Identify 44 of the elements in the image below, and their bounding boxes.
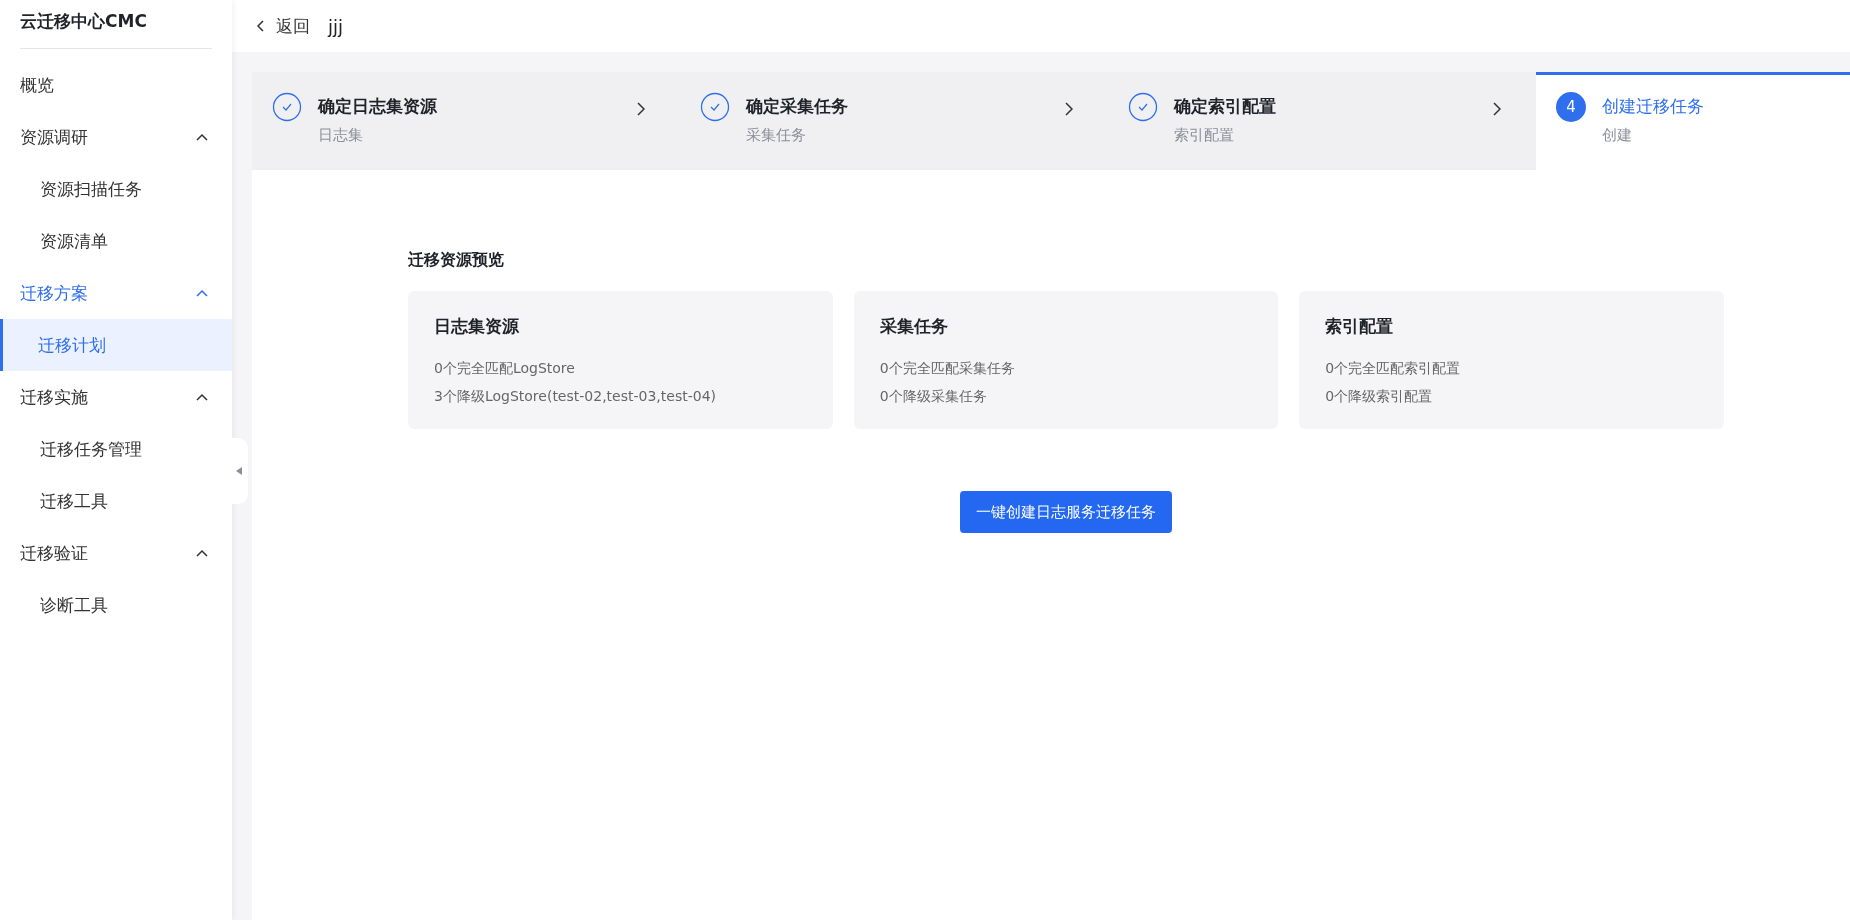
chevron-left-icon [256, 20, 264, 32]
section-heading: 迁移资源预览 [408, 250, 505, 271]
nav-item[interactable]: 资源扫描任务 [0, 163, 232, 215]
back-button[interactable]: 返回 [256, 14, 310, 38]
step-title: 确定索引配置 [1174, 95, 1277, 118]
chevron-right-icon [1493, 102, 1501, 116]
chevron-up-icon [196, 549, 208, 557]
card-title: 采集任务 [879, 315, 949, 338]
collapse-handle[interactable] [230, 438, 248, 504]
step-title: 确定日志集资源 [318, 95, 438, 118]
nav-item[interactable]: 迁移工具 [0, 475, 232, 527]
card-text: 0个降级采集任务 [879, 387, 988, 406]
card-title: 日志集资源 [434, 315, 520, 338]
step-subtitle: 日志集 [318, 126, 364, 145]
create-task-button[interactable]: 一键创建日志服务迁移任务 [960, 491, 1172, 533]
app-title: 云迁移中心CMC [19, 10, 148, 33]
card-text: 0个完全匹配采集任务 [879, 359, 1016, 378]
card-text: 0个完全匹配LogStore [434, 359, 576, 378]
chevron-up-icon [196, 133, 208, 141]
step-subtitle: 索引配置 [1174, 126, 1235, 145]
nav-item[interactable]: 迁移计划 [0, 319, 232, 371]
step-subtitle: 创建 [1602, 126, 1633, 145]
nav-group-item[interactable]: 迁移验证 [0, 527, 232, 579]
nav-item[interactable]: 迁移任务管理 [0, 423, 232, 475]
card-title: 索引配置 [1325, 315, 1395, 338]
chevron-right-icon [637, 102, 645, 116]
nav-item[interactable]: 诊断工具 [0, 579, 232, 631]
page-title: jjj [328, 15, 343, 37]
step-number: 4 [1556, 92, 1586, 122]
nav-group-item[interactable]: 资源调研 [0, 111, 232, 163]
card-text: 3个降级LogStore(test-02,test-03,test-04) [434, 387, 717, 406]
step-subtitle: 采集任务 [746, 126, 807, 145]
chevron-up-icon [196, 289, 208, 297]
chevron-right-icon [1065, 102, 1073, 116]
nav-group-item[interactable]: 概览 [0, 59, 232, 111]
card-text: 0个完全匹配索引配置 [1325, 359, 1462, 378]
card-text: 0个降级索引配置 [1325, 387, 1434, 406]
step-title: 确定采集任务 [746, 95, 849, 118]
step-title: 创建迁移任务 [1602, 95, 1705, 118]
nav-group-item[interactable]: 迁移实施 [0, 371, 232, 423]
nav-group-item[interactable]: 迁移方案 [0, 267, 232, 319]
chevron-up-icon [196, 393, 208, 401]
nav-item[interactable]: 资源清单 [0, 215, 232, 267]
triangle-left-icon [236, 467, 242, 475]
